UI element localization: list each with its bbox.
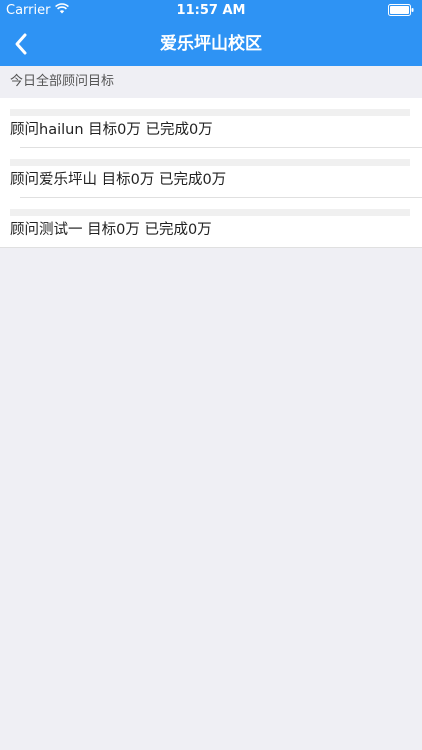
list-item[interactable]: 顾问测试一 目标0万 已完成0万 — [0, 198, 422, 248]
status-bar: Carrier 11:57 AM — [0, 0, 422, 22]
advisor-list: 顾问hailun 目标0万 已完成0万 顾问爱乐坪山 目标0万 已完成0万 顾问… — [0, 98, 422, 248]
progress-bar — [10, 159, 410, 166]
progress-bar — [10, 209, 410, 216]
list-item-label: 顾问爱乐坪山 目标0万 已完成0万 — [10, 172, 227, 188]
app-header: Carrier 11:57 AM 爱乐坪山校区 — [0, 0, 422, 66]
section-header: 今日全部顾问目标 — [0, 66, 422, 98]
list-item-label: 顾问hailun 目标0万 已完成0万 — [10, 122, 213, 138]
list-item[interactable]: 顾问hailun 目标0万 已完成0万 — [0, 98, 422, 148]
page-title: 爱乐坪山校区 — [160, 34, 262, 54]
divider — [0, 247, 422, 248]
list-item-label: 顾问测试一 目标0万 已完成0万 — [10, 222, 212, 238]
battery-icon — [388, 4, 414, 20]
clock: 11:57 AM — [176, 3, 246, 18]
navigation-bar: 爱乐坪山校区 — [0, 22, 422, 66]
progress-bar — [10, 109, 410, 116]
list-item[interactable]: 顾问爱乐坪山 目标0万 已完成0万 — [0, 148, 422, 198]
